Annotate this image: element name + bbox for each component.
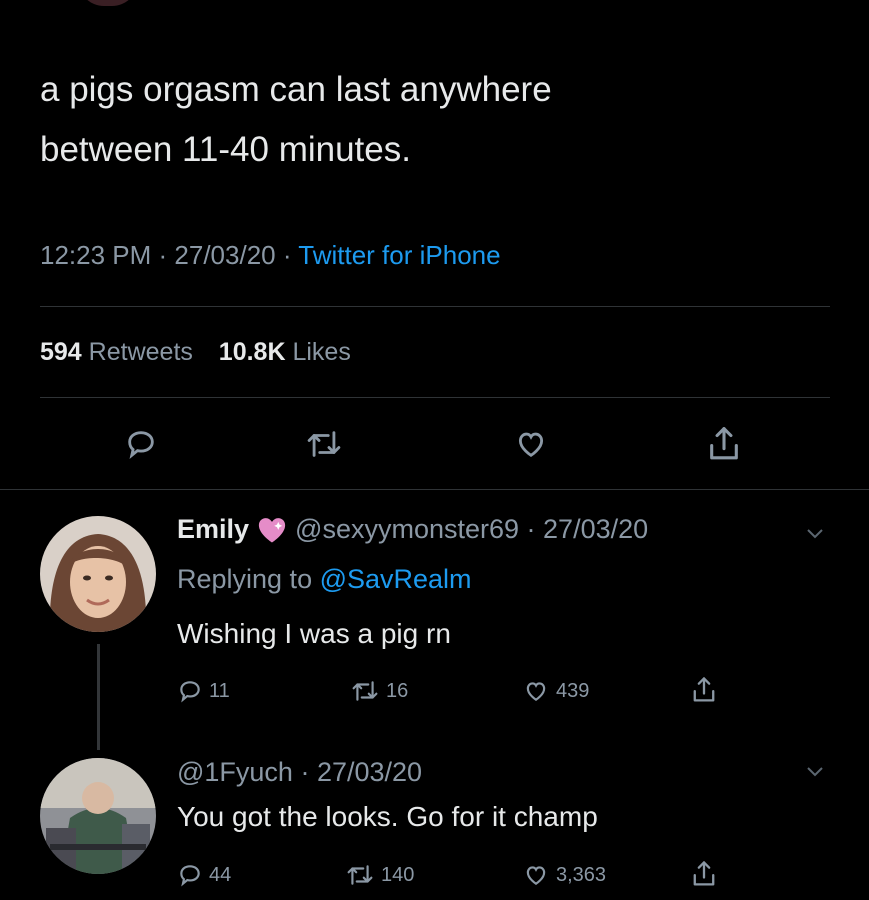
reply2-like-button[interactable]: 3,363	[522, 862, 606, 888]
reply1-retweet-count: 16	[386, 679, 409, 702]
share-icon	[693, 677, 715, 702]
retweet-icon	[347, 865, 373, 885]
reply1-like-button[interactable]: 439	[522, 678, 589, 704]
tweet-source-link[interactable]: Twitter for iPhone	[298, 240, 500, 270]
tweet-text: a pigs orgasm can last anywhere between …	[40, 60, 840, 180]
reply1-like-count: 439	[556, 679, 590, 702]
reply2-reply-button[interactable]: 44	[177, 862, 231, 888]
previous-avatar-edge	[78, 0, 138, 6]
reply1-text: Wishing I was a pig rn	[177, 618, 451, 649]
retweets-label: Retweets	[88, 338, 193, 366]
reply1-reply-button[interactable]: 11	[177, 678, 230, 704]
share-icon	[693, 861, 715, 886]
retweet-icon	[307, 431, 341, 457]
reply-icon	[128, 431, 154, 460]
reply2-menu-chevron-icon[interactable]	[805, 766, 825, 778]
divider-bottom	[0, 489, 869, 490]
like-button[interactable]	[513, 427, 549, 461]
tweet-text-line1: a pigs orgasm can last anywhere	[40, 70, 552, 109]
heart-icon	[526, 866, 546, 885]
retweet-icon	[352, 681, 378, 701]
reply2-handle-date[interactable]: @1Fyuch · 27/03/20	[177, 757, 422, 788]
tweet-date: 27/03/20	[174, 240, 276, 270]
avatar-emily[interactable]	[40, 516, 156, 632]
reply2-share-button[interactable]	[690, 859, 718, 889]
reply1-share-button[interactable]	[690, 675, 718, 705]
reply2-reply-count: 44	[209, 863, 232, 886]
reply1-header: Emily @sexyymonster69 · 27/03/20	[177, 514, 648, 545]
likes-count: 10.8K	[218, 338, 286, 366]
tweet-text-line2: between 11-40 minutes.	[40, 130, 411, 169]
reply2-like-count: 3,363	[556, 863, 607, 886]
reply-icon	[180, 681, 200, 703]
retweets-count: 594	[40, 338, 82, 366]
reply2-retweet-count: 140	[381, 863, 415, 886]
replying-to-handle-link[interactable]: @SavRealm	[320, 564, 472, 594]
reply-icon	[180, 865, 200, 887]
reply1-reply-count: 11	[209, 679, 230, 702]
avatar-emily-image	[40, 516, 156, 632]
heart-icon	[526, 682, 546, 701]
reply2-text: You got the looks. Go for it champ	[177, 801, 598, 832]
tweet-meta: 12:23 PM · 27/03/20 · Twitter for iPhone	[40, 240, 501, 270]
share-icon	[710, 427, 738, 460]
share-button[interactable]	[705, 424, 743, 464]
tweet-stats: 594 Retweets 10.8K Likes	[40, 338, 351, 367]
retweets-stat[interactable]: 594 Retweets	[40, 338, 193, 366]
likes-stat[interactable]: 10.8K Likes	[219, 338, 351, 366]
likes-label: Likes	[292, 338, 351, 366]
retweet-button[interactable]	[305, 427, 343, 461]
reply1-author-name[interactable]: Emily	[177, 514, 249, 545]
tweet-time: 12:23 PM	[40, 240, 152, 270]
thread-line	[97, 644, 100, 750]
divider-top	[40, 306, 830, 307]
heart-icon	[518, 432, 544, 458]
divider-middle	[40, 397, 830, 398]
reply2-retweet-button[interactable]: 140	[345, 862, 414, 888]
avatar-1fyuch[interactable]	[40, 758, 156, 874]
reply1-retweet-button[interactable]: 16	[350, 678, 408, 704]
reply1-handle-date[interactable]: @sexyymonster69 · 27/03/20	[295, 514, 648, 545]
avatar-1fyuch-image	[40, 758, 156, 874]
reply1-replying-to: Replying to @SavRealm	[177, 564, 472, 594]
heart-emoji-icon	[257, 516, 287, 544]
reply1-menu-chevron-icon[interactable]	[805, 528, 825, 540]
reply-button[interactable]	[124, 427, 158, 461]
